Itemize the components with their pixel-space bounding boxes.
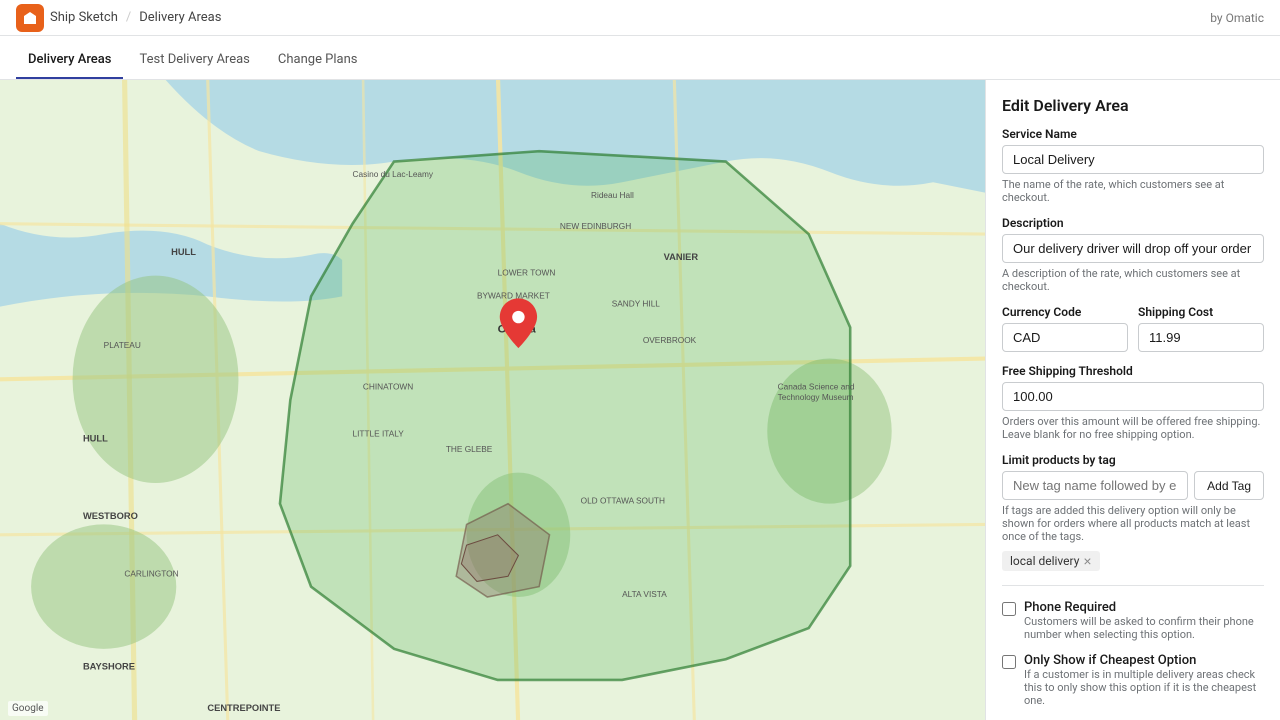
tab-delivery-areas[interactable]: Delivery Areas (16, 52, 123, 79)
svg-text:Rideau Hall: Rideau Hall (591, 190, 634, 200)
svg-text:HULL: HULL (171, 247, 196, 257)
svg-text:CHINATOWN: CHINATOWN (363, 382, 413, 392)
edit-panel: Edit Delivery Area Service Name The name… (985, 80, 1280, 720)
map-attribution: Google (8, 701, 48, 716)
topbar: Ship Sketch / Delivery Areas by Omatic (0, 0, 1280, 36)
description-field-group: Description A description of the rate, w… (1002, 216, 1264, 293)
panel-title: Edit Delivery Area (1002, 96, 1264, 115)
tag-remove-button[interactable]: × (1083, 554, 1091, 568)
tag-chip-label: local delivery (1010, 554, 1079, 568)
tab-test-delivery-areas[interactable]: Test Delivery Areas (127, 52, 261, 79)
only-show-cheapest-label[interactable]: Only Show if Cheapest Option (1024, 653, 1196, 668)
shipping-cost-group: Shipping Cost (1138, 305, 1264, 352)
shipping-cost-input[interactable] (1138, 323, 1264, 352)
free-shipping-threshold-input[interactable] (1002, 382, 1264, 411)
tag-chip-local-delivery: local delivery × (1002, 551, 1100, 571)
page-title-breadcrumb: Delivery Areas (139, 10, 221, 25)
phone-required-hint: Customers will be asked to confirm their… (1024, 615, 1264, 641)
only-show-cheapest-group: Only Show if Cheapest Option If a custom… (1002, 653, 1264, 707)
description-input[interactable] (1002, 234, 1264, 263)
shipping-cost-label: Shipping Cost (1138, 305, 1264, 319)
main-layout: Casino du Lac-Leamy Rideau Hall NEW EDIN… (0, 80, 1280, 720)
only-show-cheapest-checkbox[interactable] (1002, 655, 1016, 669)
add-tag-button[interactable]: Add Tag (1194, 471, 1264, 500)
app-logo (16, 4, 44, 32)
service-name-input[interactable] (1002, 145, 1264, 174)
svg-text:Canada Science and: Canada Science and (778, 382, 855, 392)
phone-required-label[interactable]: Phone Required (1024, 600, 1116, 615)
svg-text:LOWER TOWN: LOWER TOWN (498, 268, 556, 278)
svg-text:LITTLE ITALY: LITTLE ITALY (353, 428, 405, 438)
limit-by-tag-label: Limit products by tag (1002, 453, 1264, 467)
only-show-cheapest-hint: If a customer is in multiple delivery ar… (1024, 668, 1264, 707)
service-name-label: Service Name (1002, 127, 1264, 141)
map-canvas: Casino du Lac-Leamy Rideau Hall NEW EDIN… (0, 80, 985, 720)
only-show-cheapest-row: Only Show if Cheapest Option If a custom… (1002, 653, 1264, 707)
phone-required-row: Phone Required Customers will be asked t… (1002, 600, 1264, 641)
svg-text:THE GLEBE: THE GLEBE (446, 444, 493, 454)
nav-tabs: Delivery Areas Test Delivery Areas Chang… (0, 36, 1280, 80)
topbar-left: Ship Sketch / Delivery Areas (16, 4, 221, 32)
svg-text:BAYSHORE: BAYSHORE (83, 662, 135, 672)
currency-code-input[interactable] (1002, 323, 1128, 352)
free-shipping-threshold-group: Free Shipping Threshold Orders over this… (1002, 364, 1264, 441)
service-name-field-group: Service Name The name of the rate, which… (1002, 127, 1264, 204)
svg-text:PLATEAU: PLATEAU (104, 340, 141, 350)
svg-text:ALTA VISTA: ALTA VISTA (622, 589, 667, 599)
svg-text:SANDY HILL: SANDY HILL (612, 299, 661, 309)
phone-required-group: Phone Required Customers will be asked t… (1002, 600, 1264, 641)
limit-by-tag-group: Limit products by tag Add Tag If tags ar… (1002, 453, 1264, 571)
svg-text:WESTBORO: WESTBORO (83, 511, 138, 521)
tags-area: local delivery × (1002, 551, 1264, 571)
tag-input[interactable] (1002, 471, 1188, 500)
topbar-by: by Omatic (1210, 11, 1264, 25)
svg-text:CARLINGTON: CARLINGTON (124, 568, 178, 578)
description-label: Description (1002, 216, 1264, 230)
free-shipping-threshold-label: Free Shipping Threshold (1002, 364, 1264, 378)
divider-1 (1002, 585, 1264, 586)
svg-text:OLD OTTAWA SOUTH: OLD OTTAWA SOUTH (581, 496, 665, 506)
limit-by-tag-hint: If tags are added this delivery option w… (1002, 504, 1264, 543)
currency-code-label: Currency Code (1002, 305, 1128, 319)
svg-text:CENTREPOINTE: CENTREPOINTE (207, 703, 280, 713)
free-shipping-threshold-hint: Orders over this amount will be offered … (1002, 415, 1264, 441)
svg-text:HULL: HULL (83, 433, 108, 443)
svg-text:NEW EDINBURGH: NEW EDINBURGH (560, 221, 631, 231)
tab-change-plans[interactable]: Change Plans (266, 52, 370, 79)
tag-input-row: Add Tag (1002, 471, 1264, 500)
svg-text:OVERBROOK: OVERBROOK (643, 335, 697, 345)
svg-text:Technology Museum: Technology Museum (778, 392, 854, 402)
map-area[interactable]: Casino du Lac-Leamy Rideau Hall NEW EDIN… (0, 80, 985, 720)
app-name: Ship Sketch (50, 10, 118, 25)
phone-required-checkbox[interactable] (1002, 602, 1016, 616)
breadcrumb-separator: / (126, 10, 131, 25)
svg-text:VANIER: VANIER (664, 252, 699, 262)
cost-fields-row: Currency Code Shipping Cost (1002, 305, 1264, 352)
currency-code-group: Currency Code (1002, 305, 1128, 352)
svg-text:BYWARD MARKET: BYWARD MARKET (477, 290, 550, 300)
svg-text:Casino du Lac-Leamy: Casino du Lac-Leamy (353, 169, 434, 179)
description-hint: A description of the rate, which custome… (1002, 267, 1264, 293)
service-name-hint: The name of the rate, which customers se… (1002, 178, 1264, 204)
